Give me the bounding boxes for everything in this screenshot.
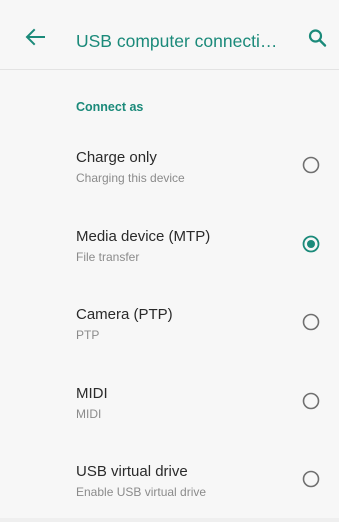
radio-button[interactable] — [302, 470, 320, 488]
section-header-connect-as: Connect as — [76, 100, 144, 114]
radio-button[interactable] — [302, 156, 320, 174]
arrow-back-icon — [25, 28, 45, 46]
option-usb-virtual-drive[interactable]: USB virtual drive Enable USB virtual dri… — [0, 463, 339, 522]
option-media-device-mtp[interactable]: Media device (MTP) File transfer — [0, 228, 339, 304]
option-camera-ptp[interactable]: Camera (PTP) PTP — [0, 306, 339, 382]
bottom-divider — [0, 518, 339, 522]
radio-button-selected[interactable] — [302, 235, 320, 253]
option-subtitle: Charging this device — [76, 171, 185, 185]
radio-button[interactable] — [302, 392, 320, 410]
option-subtitle: Enable USB virtual drive — [76, 485, 207, 499]
back-button[interactable] — [22, 26, 48, 48]
option-title: MIDI — [76, 385, 108, 402]
search-icon — [308, 29, 327, 47]
option-title: USB virtual drive — [76, 463, 188, 480]
option-charge-only[interactable]: Charge only Charging this device — [0, 149, 339, 225]
app-bar: USB computer connecti… — [0, 0, 339, 70]
option-title: Camera (PTP) — [76, 306, 173, 323]
option-subtitle: MIDI — [76, 407, 102, 421]
radio-button[interactable] — [302, 313, 320, 331]
usb-connection-screen: USB computer connecti… Connect as Charge… — [0, 0, 339, 522]
option-subtitle: File transfer — [76, 250, 140, 264]
page-title: USB computer connecti… — [76, 31, 278, 51]
option-midi[interactable]: MIDI MIDI — [0, 385, 339, 461]
option-title: Media device (MTP) — [76, 228, 211, 245]
search-button[interactable] — [305, 26, 331, 50]
option-title: Charge only — [76, 149, 157, 166]
option-subtitle: PTP — [76, 328, 100, 342]
